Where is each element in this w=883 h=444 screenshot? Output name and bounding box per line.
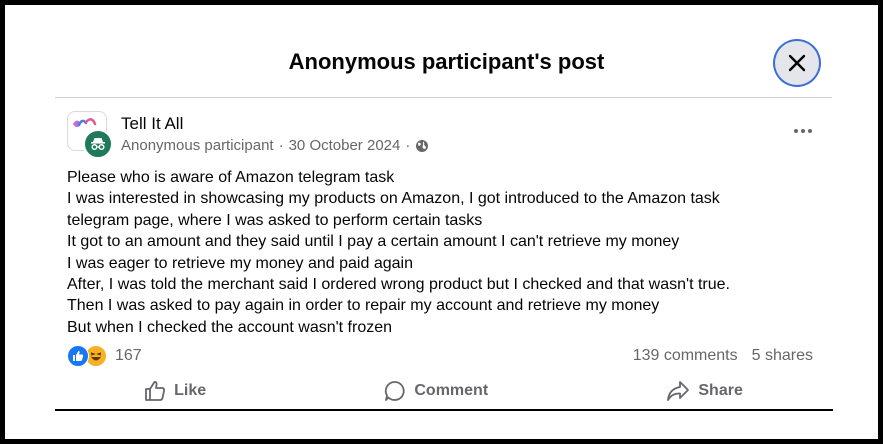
reactions-summary[interactable]: 167 [67,345,142,367]
reaction-icons [67,345,111,367]
comment-label: Comment [414,382,489,399]
bottom-divider [55,409,833,411]
post-body: Please who is aware of Amazon telegram t… [67,167,827,338]
anonymous-badge [83,129,113,159]
share-button[interactable]: Share [666,380,743,402]
post-line: But when I checked the account wasn't fr… [67,318,393,336]
post-line: It got to an amount and they said until … [67,233,680,251]
share-label: Share [698,382,743,399]
dialog-title: Anonymous participant's post [288,49,605,74]
more-options-button[interactable] [791,121,815,141]
post-line: Please who is aware of Amazon telegram t… [67,169,395,186]
comment-icon [385,381,405,401]
more-horizontal-icon [794,129,812,133]
reaction-count: 167 [115,347,142,364]
comments-count-link[interactable]: 139 comments [633,347,738,365]
post-actions: Like Comment Share [55,375,832,407]
thumbs-up-icon [145,381,166,401]
author-name[interactable]: Anonymous participant [121,137,274,154]
meta-separator: · [278,137,284,154]
laughing-face-icon [90,352,102,361]
post-meta: Anonymous participant · 30 October 2024 … [121,137,429,154]
comment-button[interactable]: Comment [384,380,488,402]
post-line: Then I was asked to pay again in order t… [67,297,660,315]
engagement-stats: 139 comments 5 shares [633,347,813,365]
like-reaction-icon [67,345,89,367]
like-label: Like [174,382,207,399]
shares-count-link[interactable]: 5 shares [752,347,813,365]
like-button[interactable]: Like [144,380,206,402]
share-icon [667,381,690,401]
close-button[interactable] [775,41,819,85]
meta-separator: · [405,137,411,154]
divider [55,97,832,98]
thumbs-up-icon [73,351,84,361]
post-line: telegram page, where I was asked to perf… [67,211,483,229]
post-date[interactable]: 30 October 2024 [289,137,401,154]
post-line: I was eager to retrieve my money and pai… [67,254,413,272]
incognito-icon [91,138,105,151]
globe-icon [416,139,429,152]
post-line: After, I was told the merchant said I or… [67,276,730,294]
close-icon [788,54,806,72]
post-dialog: Anonymous participant's post Tell It All… [0,0,883,444]
group-name-link[interactable]: Tell It All [121,114,183,134]
post-line: I was interested in showcasing my produc… [67,190,720,208]
